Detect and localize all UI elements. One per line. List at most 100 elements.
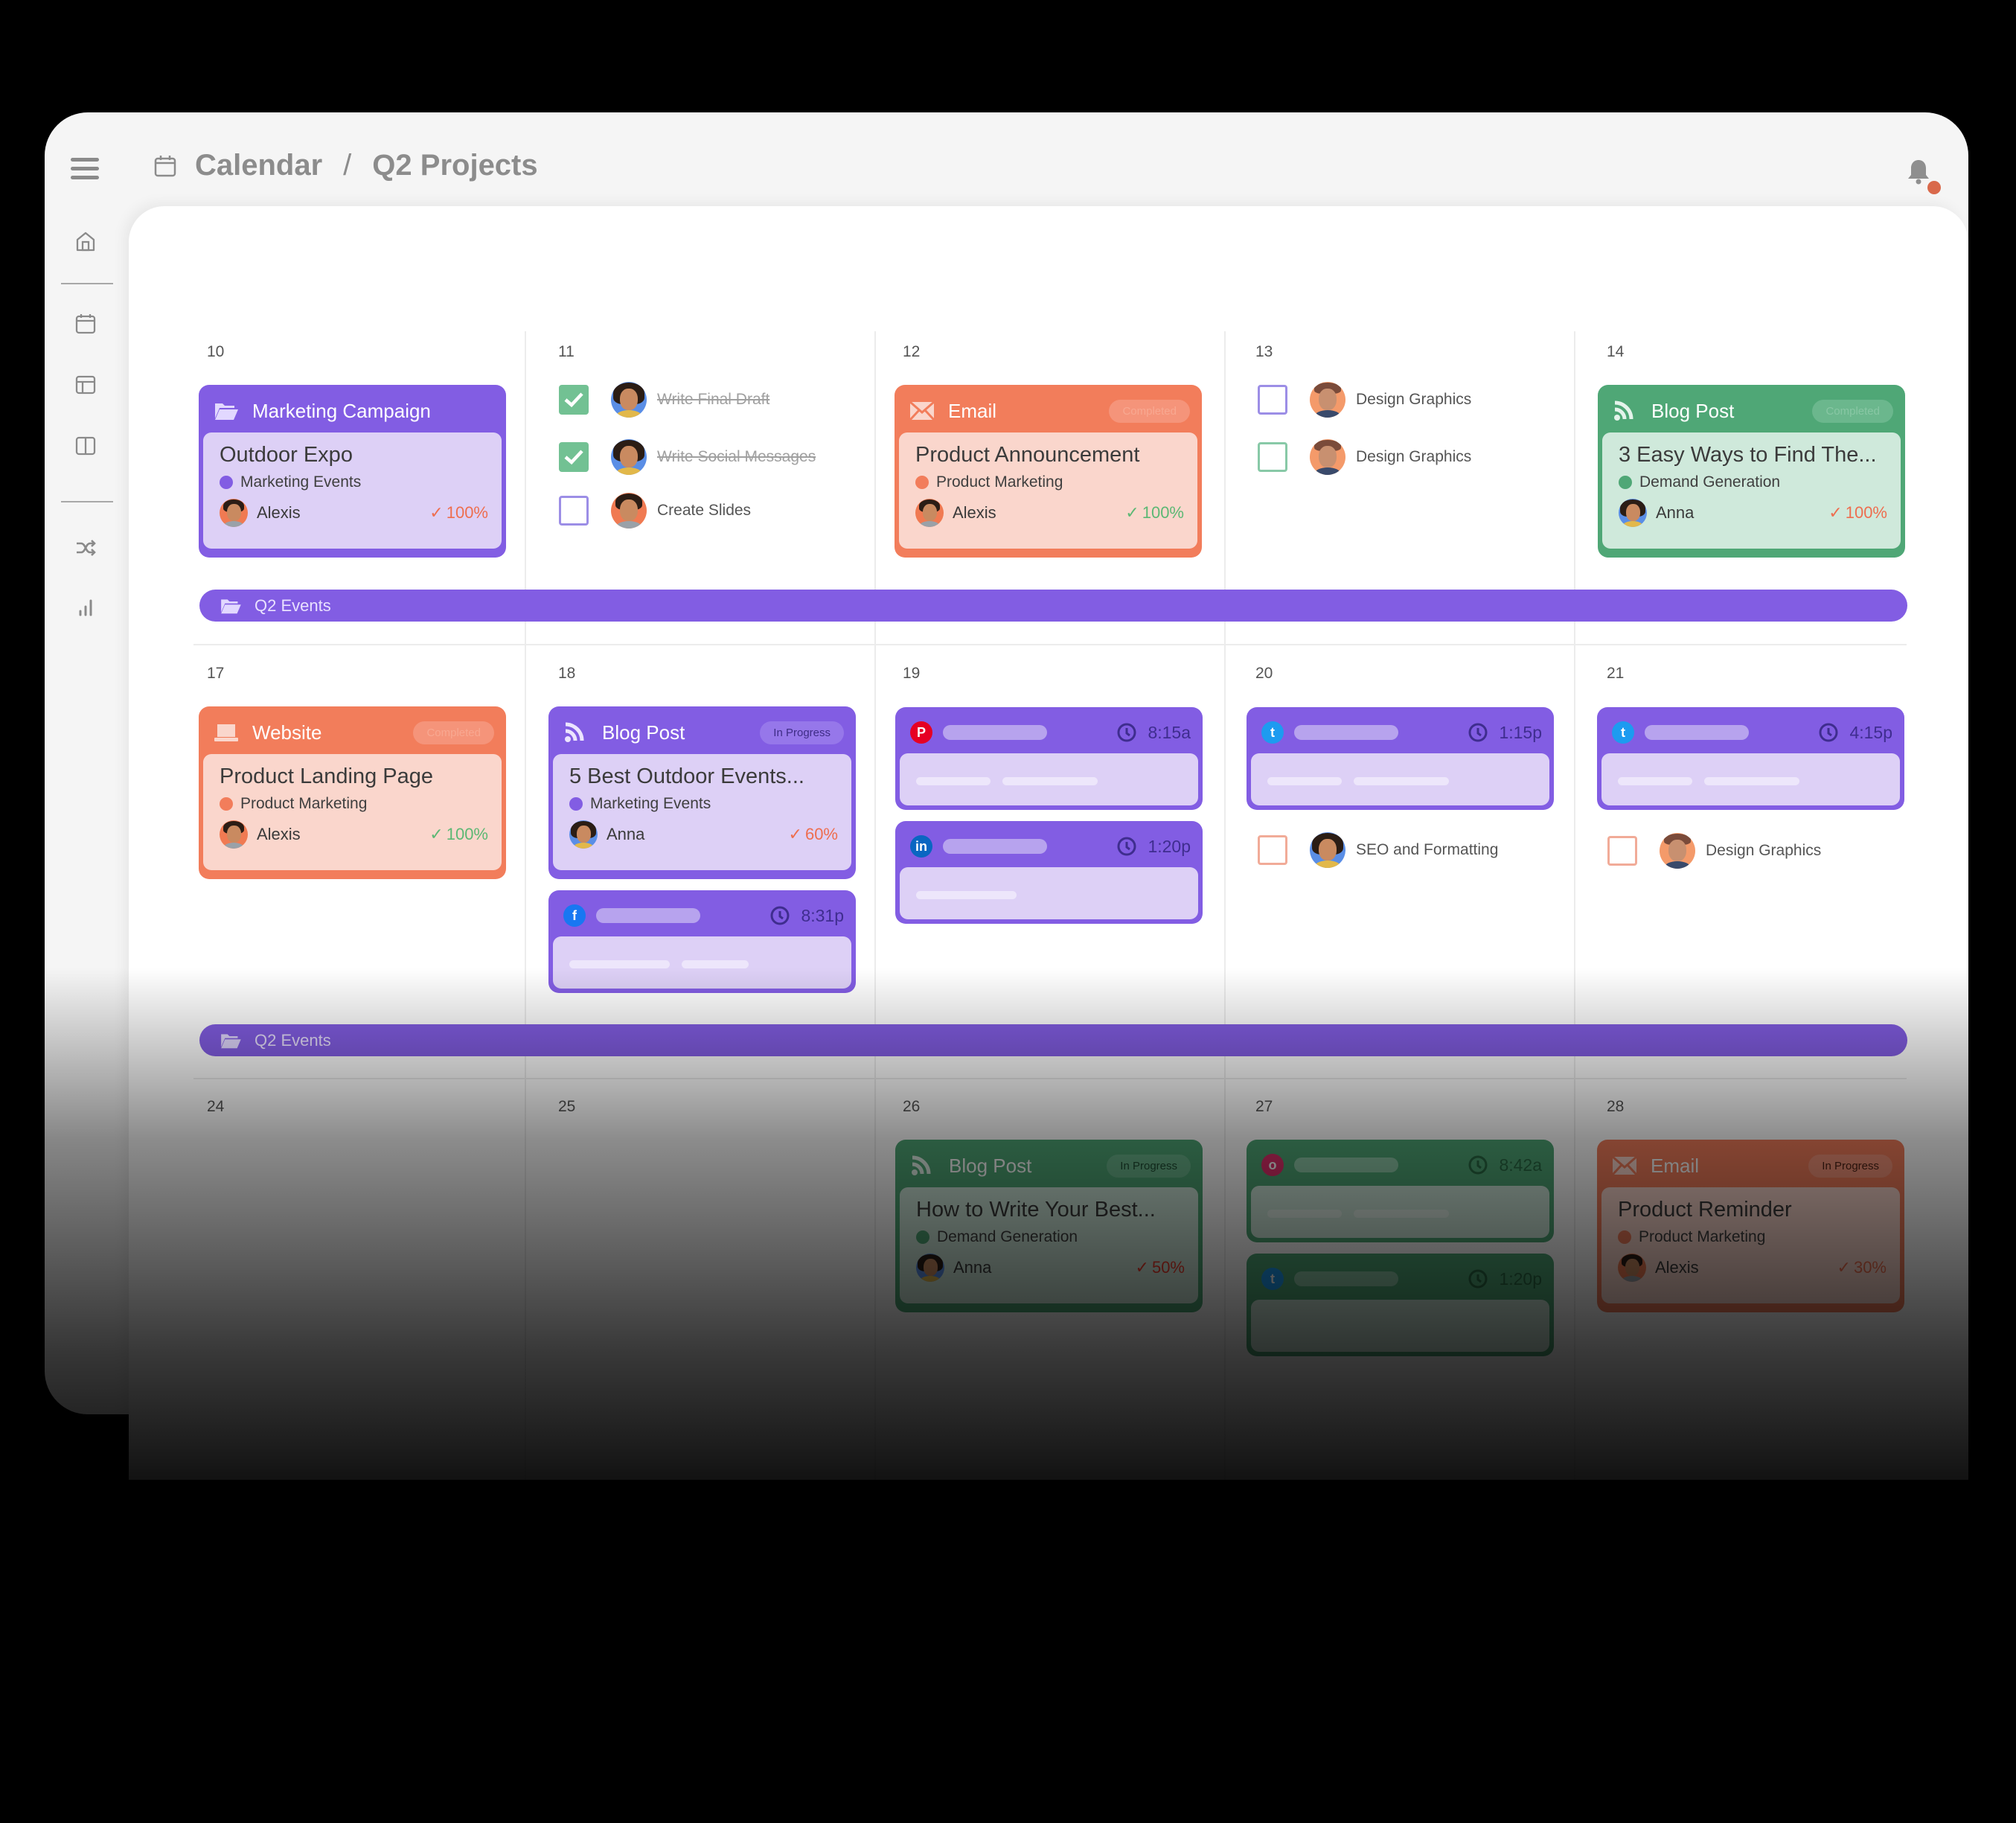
placeholder-line bbox=[569, 960, 670, 968]
avatar-designer bbox=[1310, 382, 1345, 418]
social-post-card[interactable]: t 1:15p bbox=[1247, 707, 1554, 810]
email-card[interactable]: Email In Progress Product Reminder Produ… bbox=[1597, 1140, 1904, 1312]
date-label: 20 bbox=[1255, 665, 1273, 682]
check-icon: ✓ bbox=[429, 825, 444, 843]
card-type: Website bbox=[252, 721, 322, 744]
bell-icon[interactable] bbox=[1907, 159, 1930, 185]
assignee-name: Alexis bbox=[257, 825, 301, 843]
campaign-card[interactable]: Marketing Campaign Outdoor Expo Marketin… bbox=[199, 385, 506, 558]
assignee-name: Anna bbox=[1656, 503, 1695, 522]
task-label: Create Slides bbox=[657, 502, 752, 519]
task-item[interactable]: Design Graphics bbox=[1607, 833, 1821, 869]
task-item[interactable]: Write Final Draft bbox=[559, 382, 769, 418]
blog-post-card[interactable]: Blog Post Completed 3 Easy Ways to Find … bbox=[1598, 385, 1905, 558]
task-item[interactable]: Create Slides bbox=[559, 493, 751, 529]
card-title: Product Announcement bbox=[915, 443, 1140, 467]
facebook-icon: f bbox=[563, 904, 586, 927]
q2-events-banner[interactable]: Q2 Events bbox=[199, 1024, 1907, 1056]
column-divider bbox=[1574, 331, 1575, 1480]
email-card[interactable]: Email Completed Product Announcement Pro… bbox=[895, 385, 1202, 558]
placeholder-line bbox=[916, 776, 991, 785]
twitter-icon: t bbox=[1261, 721, 1284, 744]
placeholder-line bbox=[682, 960, 749, 968]
breadcrumb-calendar-link[interactable]: Calendar bbox=[195, 149, 322, 182]
card-type: Blog Post bbox=[1651, 399, 1735, 422]
q2-events-banner[interactable]: Q2 Events bbox=[199, 590, 1907, 622]
scheduled-time: 8:31p bbox=[769, 905, 844, 926]
placeholder-bar bbox=[1645, 725, 1749, 740]
envelope-icon bbox=[1612, 1155, 1637, 1176]
placeholder-line bbox=[1267, 1209, 1342, 1218]
placeholder-line bbox=[1354, 776, 1449, 785]
date-label: 19 bbox=[903, 665, 921, 682]
card-tag: Marketing Events bbox=[240, 473, 362, 491]
shuffle-icon[interactable] bbox=[74, 537, 97, 559]
blog-post-card[interactable]: Blog Post In Progress 5 Best Outdoor Eve… bbox=[548, 706, 856, 879]
calendar-icon[interactable] bbox=[74, 313, 97, 335]
bar-chart-icon[interactable] bbox=[74, 597, 97, 619]
card-type: Blog Post bbox=[949, 1154, 1032, 1177]
avatar-designer bbox=[1310, 439, 1345, 475]
task-item[interactable]: Design Graphics bbox=[1258, 439, 1471, 475]
folder-open-icon bbox=[221, 598, 241, 613]
status-badge: In Progress bbox=[1808, 1154, 1892, 1178]
task-checkbox-checked[interactable] bbox=[559, 385, 589, 415]
folder-open-icon bbox=[221, 1033, 241, 1048]
column-divider bbox=[525, 331, 526, 1480]
avatar-anna bbox=[1619, 499, 1647, 527]
columns-icon[interactable] bbox=[74, 435, 97, 457]
hamburger-menu-icon[interactable] bbox=[71, 158, 99, 180]
social-post-card[interactable]: f 8:31p bbox=[548, 890, 856, 993]
notification-badge bbox=[1927, 181, 1941, 194]
social-post-card[interactable]: t 4:15p bbox=[1597, 707, 1904, 810]
social-post-card[interactable]: in 1:20p bbox=[895, 821, 1203, 924]
rss-icon bbox=[912, 1155, 931, 1175]
task-checkbox-checked[interactable] bbox=[559, 442, 589, 472]
clock-icon bbox=[1468, 1155, 1488, 1175]
task-checkbox[interactable] bbox=[1258, 385, 1287, 415]
avatar-anna bbox=[1310, 832, 1345, 868]
layout-icon[interactable] bbox=[74, 374, 97, 396]
status-badge: Completed bbox=[1109, 399, 1190, 423]
status-badge: Completed bbox=[413, 721, 494, 744]
twitter-icon: t bbox=[1612, 721, 1634, 744]
progress-indicator: ✓ 100% bbox=[429, 825, 488, 843]
breadcrumb: Calendar / Q2 Projects bbox=[153, 149, 538, 182]
home-icon[interactable] bbox=[74, 230, 97, 252]
date-label: 14 bbox=[1607, 343, 1625, 360]
clock-icon bbox=[1468, 723, 1488, 742]
card-tag: Demand Generation bbox=[937, 1228, 1078, 1245]
sidebar-divider bbox=[61, 283, 113, 284]
progress-indicator: ✓ 100% bbox=[429, 503, 488, 522]
task-checkbox[interactable] bbox=[1258, 835, 1287, 865]
placeholder-line bbox=[916, 890, 1017, 899]
sidebar-divider bbox=[61, 501, 113, 502]
task-checkbox[interactable] bbox=[559, 496, 589, 526]
task-item[interactable]: SEO and Formatting bbox=[1258, 832, 1498, 868]
task-item[interactable]: Design Graphics bbox=[1258, 382, 1471, 418]
card-tag: Demand Generation bbox=[1639, 473, 1781, 491]
card-title: 3 Easy Ways to Find The... bbox=[1619, 443, 1877, 467]
date-label: 28 bbox=[1607, 1098, 1625, 1115]
card-type: Marketing Campaign bbox=[252, 399, 431, 422]
social-post-card[interactable]: P 8:15a bbox=[895, 707, 1203, 810]
placeholder-bar bbox=[943, 725, 1047, 740]
tag-dot bbox=[1618, 1230, 1631, 1244]
tag-dot bbox=[569, 797, 583, 811]
task-item[interactable]: Write Social Messages bbox=[559, 439, 816, 475]
task-checkbox[interactable] bbox=[1258, 442, 1287, 472]
task-label: Design Graphics bbox=[1356, 448, 1472, 465]
social-post-card[interactable]: o 8:42a bbox=[1247, 1140, 1554, 1242]
placeholder-line bbox=[1267, 776, 1342, 785]
task-label: Design Graphics bbox=[1706, 842, 1822, 859]
instagram-icon: o bbox=[1261, 1154, 1284, 1176]
task-checkbox[interactable] bbox=[1607, 836, 1637, 866]
assignee-name: Anna bbox=[607, 825, 645, 843]
week-divider bbox=[193, 644, 1907, 645]
blog-post-card[interactable]: Blog Post In Progress How to Write Your … bbox=[895, 1140, 1203, 1312]
date-label: 26 bbox=[903, 1098, 921, 1115]
website-card[interactable]: Website Completed Product Landing Page P… bbox=[199, 706, 506, 879]
avatar-alexis bbox=[1618, 1254, 1646, 1282]
social-post-card[interactable]: t 1:20p bbox=[1247, 1254, 1554, 1356]
avatar-designer bbox=[1660, 833, 1695, 869]
